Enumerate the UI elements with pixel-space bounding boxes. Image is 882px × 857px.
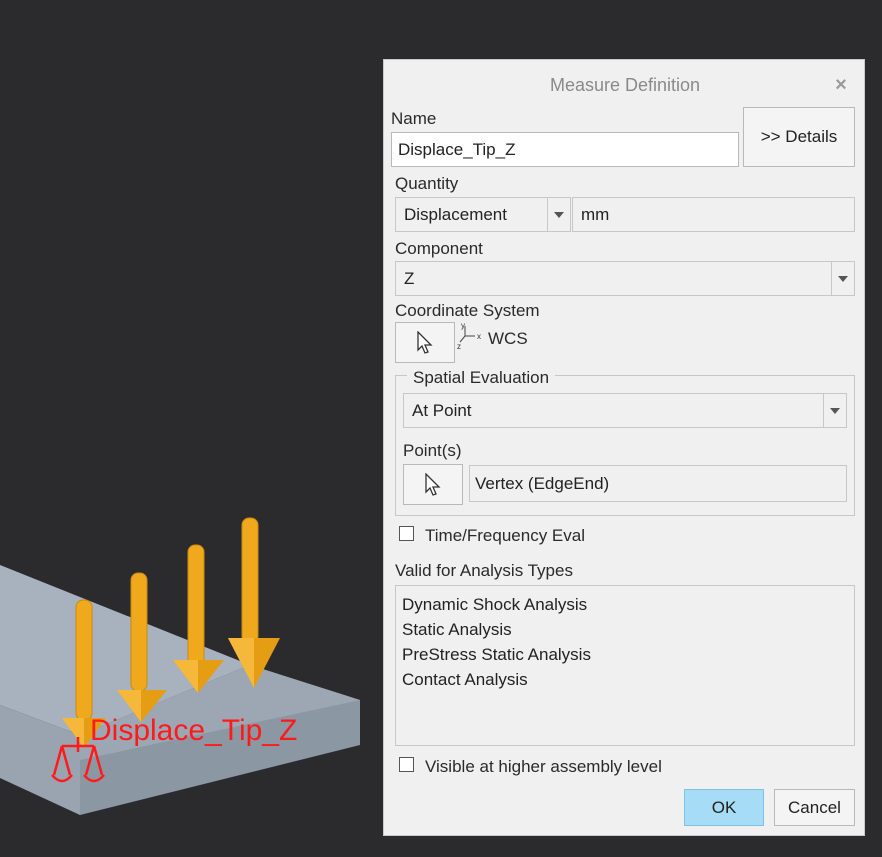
visible-higher-checkbox[interactable] <box>399 757 414 772</box>
quantity-value: Displacement <box>404 204 507 224</box>
unit-value: mm <box>581 204 610 224</box>
svg-text:z: z <box>457 342 461 350</box>
ok-button[interactable]: OK <box>684 789 764 826</box>
points-label: Point(s) <box>403 441 462 460</box>
measure-definition-dialog: Measure Definition × Name Displace_Tip_Z… <box>383 59 865 836</box>
name-label: Name <box>391 109 437 128</box>
quantity-dropdown[interactable]: Displacement <box>395 197 571 232</box>
list-item: PreStress Static Analysis <box>402 645 591 664</box>
chevron-down-icon[interactable] <box>823 394 846 427</box>
coordinate-system-value: WCS <box>488 329 528 348</box>
chevron-down-icon[interactable] <box>831 262 854 295</box>
list-item: Static Analysis <box>402 620 512 639</box>
spatial-evaluation-dropdown[interactable]: At Point <box>403 393 847 428</box>
list-item: Dynamic Shock Analysis <box>402 595 588 614</box>
point-select-button[interactable] <box>403 464 463 505</box>
spatial-evaluation-value: At Point <box>412 400 472 420</box>
component-label: Component <box>395 239 483 258</box>
analysis-types-label: Valid for Analysis Types <box>395 561 573 580</box>
component-value: Z <box>404 268 415 288</box>
coordinate-system-icon: y x z <box>457 322 481 350</box>
spatial-evaluation-label: Spatial Evaluation <box>407 368 556 388</box>
component-dropdown[interactable]: Z <box>395 261 855 296</box>
cursor-arrow-icon <box>425 472 441 496</box>
measure-annotation: Displace_Tip_Z <box>90 714 297 747</box>
name-value: Displace_Tip_Z <box>398 139 516 159</box>
coordinate-system-select-button[interactable] <box>395 322 455 363</box>
cancel-button[interactable]: Cancel <box>774 789 855 826</box>
points-field[interactable]: Vertex (EdgeEnd) <box>469 465 847 502</box>
svg-text:y: y <box>461 322 465 330</box>
quantity-label: Quantity <box>395 174 459 193</box>
chevron-down-icon[interactable] <box>547 198 570 231</box>
coordinate-system-label: Coordinate System <box>395 301 540 320</box>
svg-text:x: x <box>477 332 481 341</box>
dialog-title: Measure Definition <box>549 75 701 95</box>
analysis-types-list[interactable]: Dynamic Shock Analysis Static Analysis P… <box>395 585 855 746</box>
details-button[interactable]: >> Details <box>743 107 855 167</box>
name-input[interactable]: Displace_Tip_Z <box>391 132 739 167</box>
points-value: Vertex (EdgeEnd) <box>475 473 610 493</box>
list-item: Contact Analysis <box>402 670 528 689</box>
time-frequency-checkbox[interactable] <box>399 526 414 541</box>
close-icon[interactable]: × <box>830 74 852 96</box>
unit-field: mm <box>572 197 855 232</box>
visible-higher-label: Visible at higher assembly level <box>425 757 662 776</box>
time-frequency-label: Time/Frequency Eval <box>425 526 585 545</box>
cursor-arrow-icon <box>417 330 433 354</box>
